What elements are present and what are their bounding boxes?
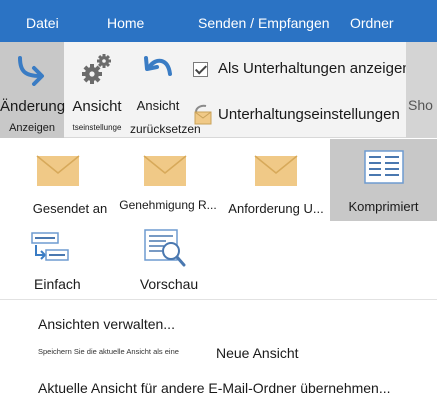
view-settings-button[interactable]: Ansicht tseinstellunge (64, 42, 130, 138)
ribbon: Änderung Anzeigen Ansicht tseinstellunge… (0, 42, 437, 138)
envelope-icon (143, 155, 187, 192)
view-komprimiert-label: Komprimiert (348, 199, 419, 214)
view-anforderung[interactable]: Anforderung U... (224, 139, 328, 219)
envelope-icon (36, 155, 80, 192)
show-as-conversations-checkbox[interactable] (193, 62, 208, 77)
apply-view-item[interactable]: Aktuelle Ansicht für andere E-Mail-Ordne… (38, 380, 391, 396)
view-komprimiert[interactable]: Komprimiert (330, 139, 437, 221)
ribbon-overflow[interactable]: Sho (406, 42, 437, 138)
change-view-button[interactable]: Änderung Anzeigen (0, 42, 66, 138)
change-view-sublabel: Anzeigen (9, 122, 55, 134)
divider (0, 299, 437, 300)
view-vorschau-label: Vorschau (139, 276, 199, 292)
change-view-label: Änderung (0, 98, 66, 115)
view-gesendet-an[interactable]: Gesendet an (20, 139, 120, 219)
single-list-icon (30, 231, 70, 270)
reset-view-sublabel: zurücksetzen (130, 122, 201, 136)
show-as-conversations-label: Als Unterhaltungen anzeigen (218, 60, 411, 77)
undo-arrow-icon (142, 54, 174, 87)
envelope-icon (254, 155, 298, 192)
tab-datei[interactable]: Datei (26, 0, 59, 42)
view-einfach-label: Einfach (34, 276, 81, 292)
new-view-label: Neue Ansicht (216, 345, 299, 361)
save-view-hint: Speichern Sie die aktuelle Ansicht als e… (38, 347, 179, 356)
menu-bar: Datei Home Senden / Empfangen Ordner (0, 0, 437, 42)
tab-home[interactable]: Home (107, 0, 144, 42)
view-genehmigung-label: Genehmigung R... (119, 198, 217, 212)
view-einfach[interactable]: Einfach (18, 223, 98, 297)
preview-icon (144, 229, 186, 272)
view-gallery: Gesendet an Genehmigung R... Anforderung… (0, 139, 437, 299)
conversation-settings-label: Unterhaltungseinstellungen (218, 106, 400, 123)
gears-icon (80, 52, 114, 91)
reset-view-label: Ansicht (136, 98, 180, 113)
view-anforderung-label: Anforderung U... (228, 201, 324, 216)
reset-view-button[interactable]: Ansicht zurücksetzen (130, 42, 201, 138)
view-vorschau[interactable]: Vorschau (124, 223, 214, 297)
save-as-new-view-item[interactable]: Speichern Sie die aktuelle Ansicht als e… (38, 345, 418, 367)
tab-ordner[interactable]: Ordner (350, 0, 394, 42)
manage-views-item[interactable]: Ansichten verwalten... (38, 316, 175, 332)
tab-senden-empfangen[interactable]: Senden / Empfangen (198, 0, 330, 42)
change-view-arrow-icon (14, 54, 48, 91)
view-genehmigung[interactable]: Genehmigung R... (113, 139, 223, 219)
compact-list-icon (364, 150, 404, 189)
view-gesendet-an-label: Gesendet an (32, 201, 108, 216)
view-settings-sublabel: tseinstellunge (72, 123, 122, 132)
envelope-settings-icon (192, 104, 216, 131)
view-settings-label: Ansicht (72, 98, 122, 115)
